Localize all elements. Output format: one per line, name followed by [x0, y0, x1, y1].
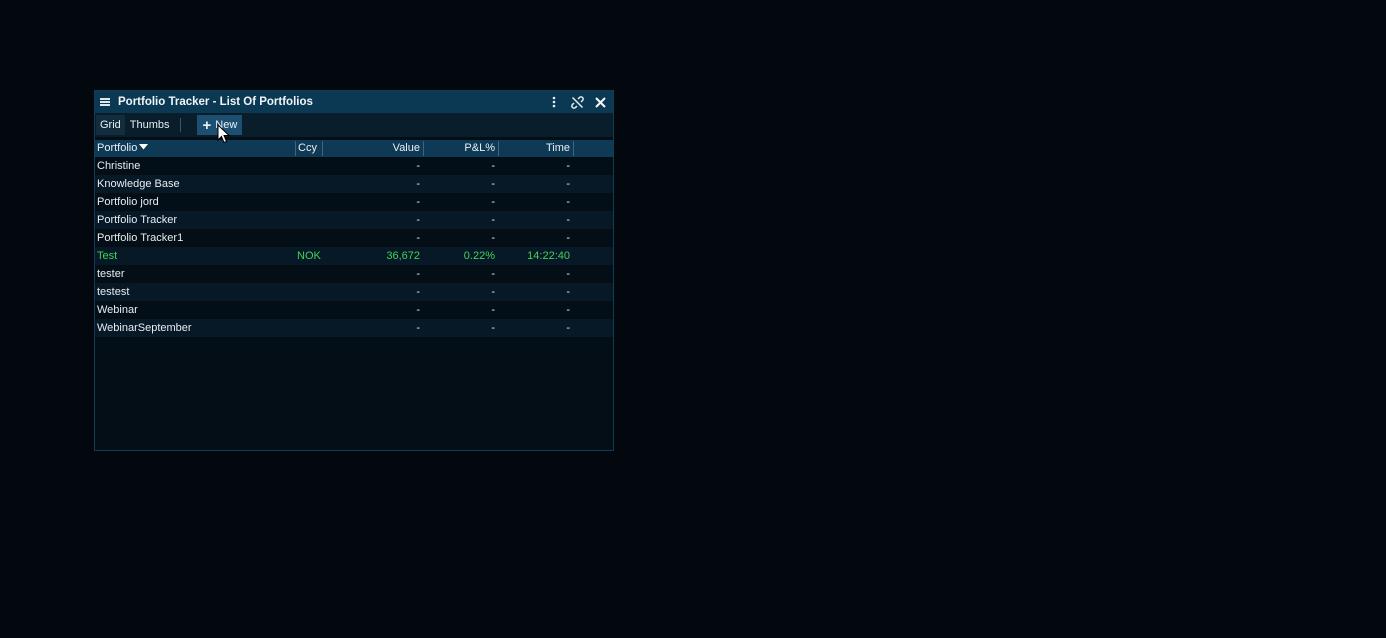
cell-pl-percent: 0.22% [463, 250, 495, 262]
cell-portfolio: Webinar [97, 304, 138, 316]
column-divider[interactable] [423, 141, 424, 156]
table-row[interactable]: Christine - - - [95, 157, 613, 175]
plus-icon: + [202, 116, 212, 134]
cell-portfolio: testest [97, 286, 130, 298]
close-icon[interactable] [590, 92, 610, 112]
cell-time: - [566, 178, 570, 190]
cell-value: - [416, 286, 420, 298]
cell-value: - [416, 322, 420, 334]
column-header-ccy[interactable]: Ccy [298, 140, 317, 157]
column-header-time[interactable]: Time [546, 140, 570, 157]
cell-time: - [566, 232, 570, 244]
portfolio-table-body: Christine - - - Knowledge Base - - - Portfolio j… [95, 157, 613, 337]
column-header-portfolio[interactable]: Portfolio [97, 140, 149, 157]
table-row[interactable]: Knowledge Base - - - [95, 175, 613, 193]
column-header-pl[interactable]: P&L% [464, 140, 495, 157]
table-row[interactable]: Portfolio jord - - - [95, 193, 613, 211]
sort-descending-icon [139, 144, 149, 150]
unlink-icon[interactable] [567, 92, 587, 112]
toolbar: Grid Thumbs + New [95, 113, 613, 137]
cell-value: - [416, 214, 420, 226]
cell-value: - [416, 160, 420, 172]
cell-value: - [416, 232, 420, 244]
portfolio-list-window: Portfolio Tracker - List Of Portfolios G… [94, 90, 614, 451]
cell-time: - [566, 160, 570, 172]
thumbs-view-button[interactable]: Thumbs [126, 115, 174, 135]
cell-pl-percent: - [491, 268, 495, 280]
cell-pl-percent: - [491, 178, 495, 190]
cell-pl-percent: - [491, 214, 495, 226]
title-bar: Portfolio Tracker - List Of Portfolios [95, 91, 613, 113]
cell-pl-percent: - [491, 196, 495, 208]
cell-portfolio: WebinarSeptember [97, 322, 192, 334]
cell-time: - [566, 214, 570, 226]
toolbar-divider [179, 118, 181, 132]
cell-value: 36,672 [386, 250, 420, 262]
hamburger-menu-icon[interactable] [100, 98, 110, 106]
cell-portfolio: Portfolio Tracker1 [97, 232, 184, 244]
cell-time: - [566, 286, 570, 298]
cell-pl-percent: - [491, 304, 495, 316]
table-row[interactable]: tester - - - [95, 265, 613, 283]
cell-time: - [566, 322, 570, 334]
cell-time: - [566, 196, 570, 208]
mouse-pointer-icon [217, 124, 231, 144]
cell-portfolio: Test [97, 250, 118, 262]
cell-portfolio: Christine [97, 160, 141, 172]
cell-time: 14:22:40 [527, 250, 570, 262]
cell-pl-percent: - [491, 322, 495, 334]
column-header-value[interactable]: Value [393, 140, 420, 157]
cell-pl-percent: - [491, 232, 495, 244]
cell-value: - [416, 178, 420, 190]
cell-portfolio: Knowledge Base [97, 178, 180, 190]
cell-portfolio: Portfolio Tracker [97, 214, 178, 226]
more-options-icon[interactable] [544, 92, 564, 112]
cell-time: - [566, 304, 570, 316]
column-divider[interactable] [573, 141, 574, 156]
cell-pl-percent: - [491, 286, 495, 298]
cell-time: - [566, 268, 570, 280]
table-row[interactable]: Test NOK 36,672 0.22% 14:22:40 [95, 247, 613, 265]
column-divider[interactable] [322, 141, 323, 156]
table-row[interactable]: Portfolio Tracker1 - - - [95, 229, 613, 247]
grid-view-button[interactable]: Grid [96, 115, 125, 135]
cell-value: - [416, 304, 420, 316]
cell-ccy: NOK [297, 250, 321, 262]
table-row[interactable]: Portfolio Tracker - - - [95, 211, 613, 229]
cell-value: - [416, 268, 420, 280]
column-divider[interactable] [295, 141, 296, 156]
window-title: Portfolio Tracker - List Of Portfolios [118, 96, 313, 108]
cell-portfolio: Portfolio jord [97, 196, 159, 208]
table-row[interactable]: Webinar - - - [95, 301, 613, 319]
table-header: Portfolio Ccy Value P&L% Time [95, 140, 613, 157]
cell-value: - [416, 196, 420, 208]
table-row[interactable]: WebinarSeptember - - - [95, 319, 613, 337]
column-divider[interactable] [498, 141, 499, 156]
table-row[interactable]: testest - - - [95, 283, 613, 301]
cell-portfolio: tester [97, 268, 125, 280]
cell-pl-percent: - [491, 160, 495, 172]
